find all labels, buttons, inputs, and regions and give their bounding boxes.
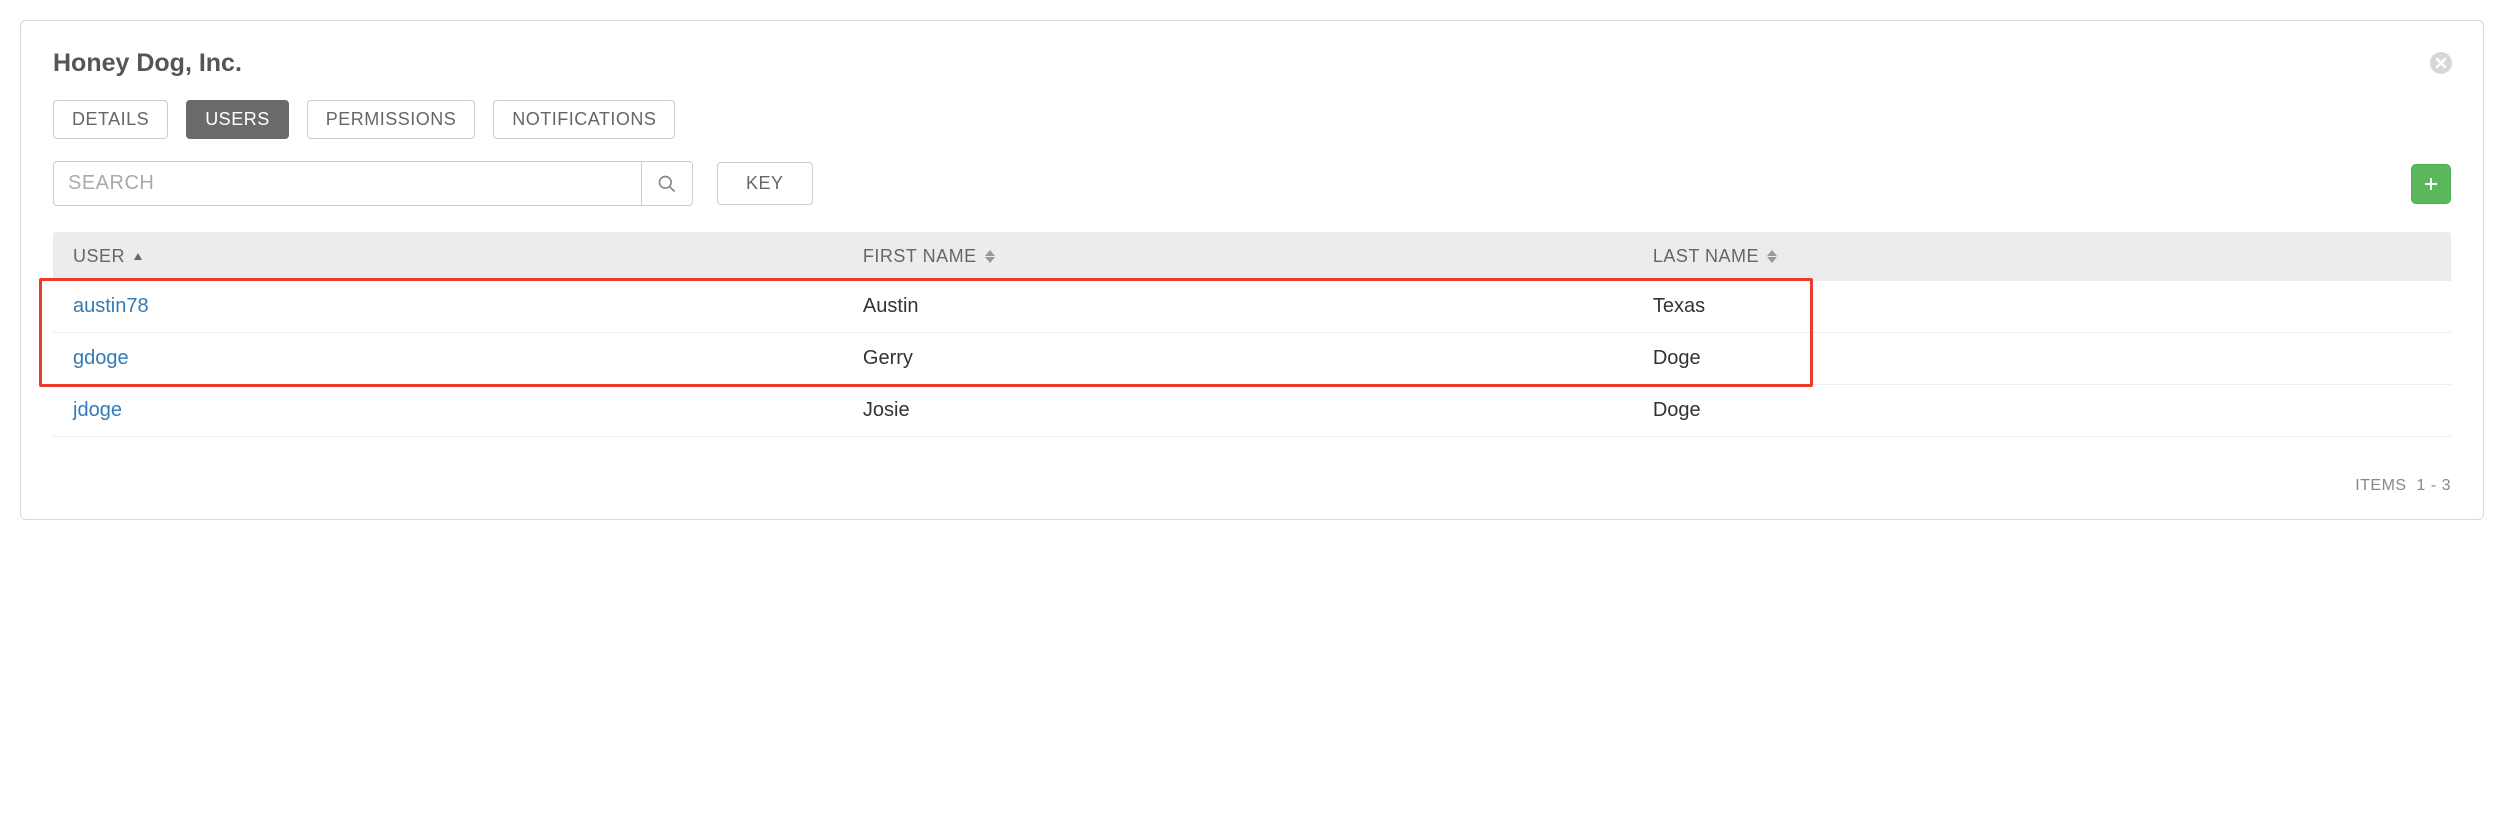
column-label: FIRST NAME bbox=[863, 246, 977, 267]
cell-last-name: Doge bbox=[1653, 347, 2431, 370]
table-footer: ITEMS 1 - 3 bbox=[53, 437, 2451, 495]
sort-icon bbox=[1767, 250, 1777, 263]
key-button[interactable]: KEY bbox=[717, 162, 813, 205]
cell-first-name: Austin bbox=[863, 295, 1653, 318]
cell-first-name: Josie bbox=[863, 399, 1653, 422]
close-button[interactable] bbox=[2427, 49, 2455, 77]
tab-permissions[interactable]: PERMISSIONS bbox=[307, 100, 476, 139]
search-button[interactable] bbox=[641, 161, 693, 206]
cell-first-name: Gerry bbox=[863, 347, 1653, 370]
user-link[interactable]: austin78 bbox=[73, 295, 149, 317]
column-header-last-name[interactable]: LAST NAME bbox=[1653, 246, 2431, 267]
table-header: USER FIRST NAME LAST NAME bbox=[53, 232, 2451, 281]
search-input[interactable] bbox=[53, 161, 641, 206]
add-button[interactable] bbox=[2411, 164, 2451, 204]
organization-panel: Honey Dog, Inc. DETAILS USERS PERMISSION… bbox=[20, 20, 2484, 520]
table-row: jdoge Josie Doge bbox=[53, 385, 2451, 437]
tab-bar: DETAILS USERS PERMISSIONS NOTIFICATIONS bbox=[53, 100, 2451, 139]
cell-last-name: Texas bbox=[1653, 295, 2431, 318]
table-body: austin78 Austin Texas gdoge Gerry Doge j… bbox=[53, 281, 2451, 437]
users-table: USER FIRST NAME LAST NAME bbox=[53, 232, 2451, 437]
items-label: ITEMS bbox=[2355, 477, 2406, 495]
column-label: USER bbox=[73, 246, 125, 267]
tab-details[interactable]: DETAILS bbox=[53, 100, 168, 139]
user-link[interactable]: gdoge bbox=[73, 347, 129, 369]
column-header-first-name[interactable]: FIRST NAME bbox=[863, 246, 1653, 267]
column-header-user[interactable]: USER bbox=[73, 246, 863, 267]
search-icon bbox=[657, 174, 677, 194]
user-link[interactable]: jdoge bbox=[73, 399, 122, 421]
page-title: Honey Dog, Inc. bbox=[53, 49, 2451, 78]
tab-notifications[interactable]: NOTIFICATIONS bbox=[493, 100, 675, 139]
table-row: gdoge Gerry Doge bbox=[53, 333, 2451, 385]
items-range: 1 - 3 bbox=[2416, 477, 2451, 495]
toolbar: KEY bbox=[53, 161, 2451, 206]
table-row: austin78 Austin Texas bbox=[53, 281, 2451, 333]
search-group bbox=[53, 161, 693, 206]
sort-icon bbox=[985, 250, 995, 263]
sort-asc-icon bbox=[133, 246, 143, 267]
close-icon bbox=[2429, 51, 2453, 75]
cell-last-name: Doge bbox=[1653, 399, 2431, 422]
column-label: LAST NAME bbox=[1653, 246, 1759, 267]
tab-users[interactable]: USERS bbox=[186, 100, 289, 139]
plus-icon bbox=[2422, 175, 2440, 193]
